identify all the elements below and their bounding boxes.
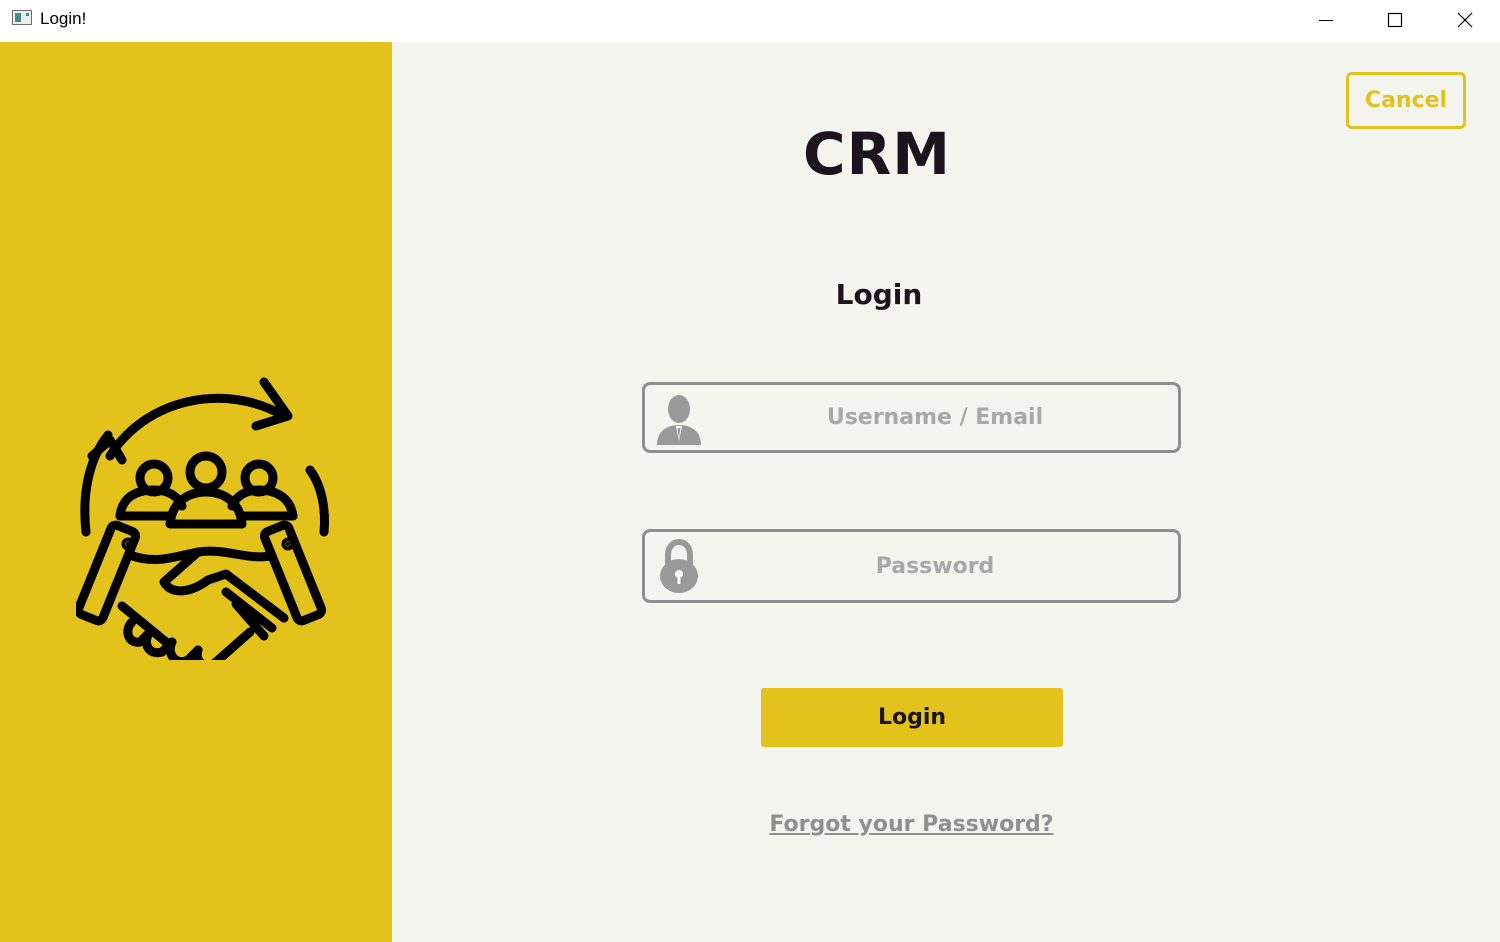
app-icon: [12, 10, 32, 25]
form-heading: Login: [835, 278, 923, 311]
close-button[interactable]: [1430, 0, 1500, 40]
username-field[interactable]: [642, 382, 1181, 453]
login-panel: Cancel CRM Login Login Forgot your Passw…: [392, 42, 1500, 942]
brand-panel: [0, 42, 392, 942]
minimize-icon: [1319, 20, 1333, 21]
maximize-icon: [1387, 12, 1403, 28]
maximize-button[interactable]: [1360, 0, 1430, 40]
title-bar: Login!: [0, 0, 1500, 42]
handshake-team-icon: [76, 377, 329, 660]
lock-icon: [660, 538, 698, 593]
login-button[interactable]: Login: [761, 688, 1063, 747]
close-icon: [1457, 12, 1473, 28]
password-input[interactable]: [705, 532, 1165, 600]
app-name: CRM: [803, 120, 951, 188]
username-input[interactable]: [705, 385, 1165, 450]
cancel-button[interactable]: Cancel: [1346, 72, 1466, 129]
window-title: Login!: [40, 9, 87, 28]
minimize-button[interactable]: [1291, 0, 1361, 40]
user-icon: [657, 395, 701, 445]
forgot-password-link[interactable]: Forgot your Password?: [392, 812, 1431, 837]
password-field[interactable]: [642, 529, 1181, 603]
